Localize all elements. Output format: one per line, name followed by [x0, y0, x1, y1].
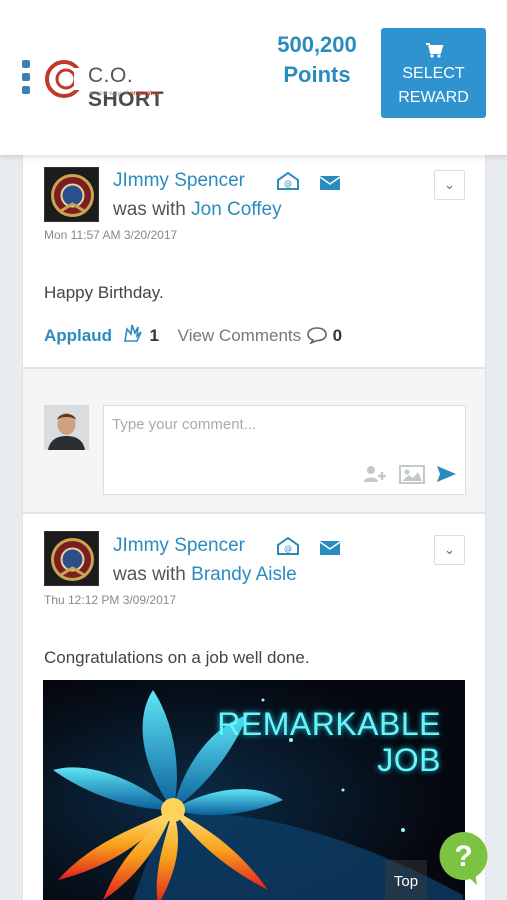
help-label: ? [454, 840, 472, 873]
image-caption: REMARKABLE JOB [217, 706, 441, 778]
post-message: Congratulations on a job well done. [44, 648, 310, 667]
post-message: Happy Birthday. [44, 283, 164, 302]
badge-emblem-icon [45, 168, 98, 221]
points-balance: 500,200 Points [262, 30, 372, 90]
svg-text:@: @ [284, 544, 292, 553]
select-reward-line1: SELECT [402, 65, 465, 82]
app-header: C.O. SHORT a new way of engaging 500,200… [0, 0, 507, 155]
message-icon[interactable] [319, 539, 341, 557]
message-icon[interactable] [319, 174, 341, 192]
applaud-count: 1 [149, 326, 159, 345]
post-card: JImmy Spencer @ was with Jon Coffey Mon … [22, 150, 486, 368]
comment-placeholder: Type your comment... [112, 416, 257, 433]
post-author[interactable]: JImmy Spencer [113, 535, 245, 557]
author-avatar[interactable] [44, 531, 99, 586]
send-icon[interactable] [435, 464, 457, 484]
post-with-line: was with Jon Coffey [113, 199, 282, 220]
comment-input[interactable]: Type your comment... [103, 405, 466, 495]
comment-count: 0 [332, 326, 343, 345]
cart-icon [425, 43, 443, 58]
tagged-user-link[interactable]: Brandy Aisle [191, 564, 297, 585]
post-actions: Applaud 1 View Comments 0 [44, 323, 342, 346]
post-options-dropdown[interactable]: ⌄ [434, 535, 465, 565]
clap-icon[interactable] [121, 323, 145, 343]
image-upload-icon[interactable] [398, 464, 425, 484]
comment-bubble-icon[interactable] [306, 326, 328, 345]
recognition-envelope-icon[interactable]: @ [277, 172, 299, 190]
applaud-button[interactable]: Applaud [44, 326, 112, 345]
post-date: Thu 12:12 PM 3/09/2017 [44, 593, 177, 607]
current-user-avatar [44, 405, 89, 450]
post-with-line: was with Brandy Aisle [113, 564, 297, 585]
comment-composer: Type your comment... [22, 368, 486, 513]
tag-user-icon[interactable] [362, 464, 388, 484]
logo-mark-icon [45, 60, 84, 98]
help-icon[interactable]: ? [437, 830, 490, 886]
chevron-down-icon: ⌄ [444, 177, 455, 192]
image-caption-line1: REMARKABLE [217, 706, 441, 742]
badge-emblem-icon [45, 532, 98, 585]
points-label: Points [283, 62, 351, 87]
recognition-envelope-icon[interactable]: @ [277, 537, 299, 555]
view-comments-link[interactable]: View Comments [178, 326, 301, 345]
chevron-down-icon: ⌄ [444, 542, 455, 557]
svg-text:@: @ [284, 179, 292, 188]
brand-name: C.O. SHORT [88, 64, 164, 111]
post-author[interactable]: JImmy Spencer [113, 170, 245, 192]
image-caption-line2: JOB [377, 742, 441, 778]
user-photo [44, 405, 89, 450]
select-reward-line2: REWARD [398, 89, 469, 106]
scroll-top-button[interactable]: Top [385, 860, 427, 900]
select-reward-button[interactable]: SELECT REWARD [381, 28, 486, 118]
comment-tools [362, 464, 457, 486]
brand-tagline: a new way of engaging [90, 90, 159, 97]
activity-feed: JImmy Spencer @ was with Jon Coffey Mon … [22, 150, 486, 900]
tagged-user-link[interactable]: Jon Coffey [191, 199, 281, 220]
brand-logo[interactable]: C.O. SHORT a new way of engaging [44, 58, 214, 111]
author-avatar[interactable] [44, 167, 99, 222]
menu-icon[interactable] [22, 60, 30, 96]
post-options-dropdown[interactable]: ⌄ [434, 170, 465, 200]
points-value: 500,200 [277, 32, 357, 57]
post-date: Mon 11:57 AM 3/20/2017 [44, 228, 178, 242]
scroll-top-label: Top [393, 873, 419, 890]
